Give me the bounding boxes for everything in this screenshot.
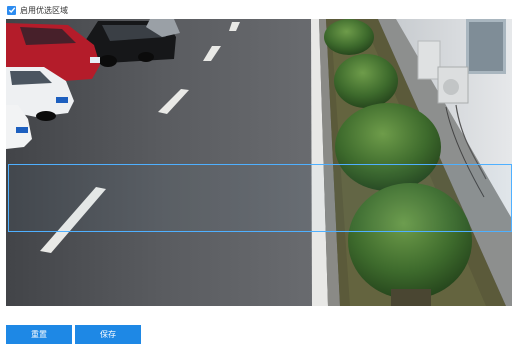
preferred-region-config: 启用优选区域 重置 保存 (0, 0, 512, 344)
camera-view-image (6, 19, 512, 306)
enable-preferred-region-label: 启用优选区域 (20, 5, 68, 15)
enable-preferred-region-checkbox[interactable] (7, 5, 16, 15)
save-button[interactable]: 保存 (75, 325, 141, 344)
preferred-region-rectangle[interactable] (8, 164, 512, 232)
camera-preview[interactable] (6, 19, 512, 306)
action-buttons: 重置 保存 (6, 325, 141, 344)
enable-preferred-region-row[interactable]: 启用优选区域 (7, 4, 68, 16)
check-icon (8, 7, 15, 14)
reset-button[interactable]: 重置 (6, 325, 72, 344)
